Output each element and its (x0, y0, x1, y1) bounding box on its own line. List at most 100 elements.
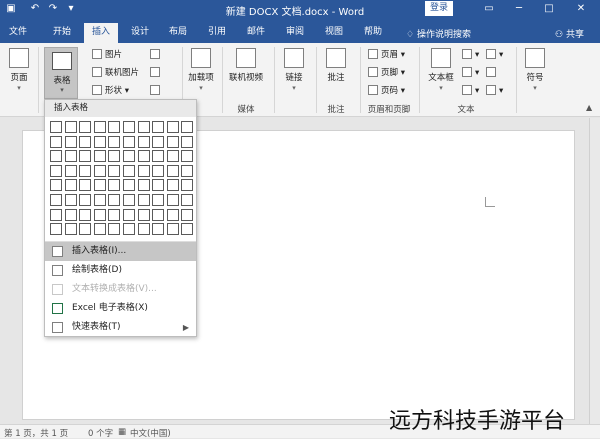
collapse-ribbon-icon[interactable]: ▲ (586, 103, 592, 112)
grid-cell[interactable] (108, 164, 121, 177)
shapes-button[interactable]: 形状 ▾ (92, 85, 129, 97)
grid-cell[interactable] (181, 179, 194, 192)
grid-cell[interactable] (152, 121, 165, 133)
grid-cell[interactable] (166, 194, 179, 206)
grid-cell[interactable] (93, 179, 106, 192)
grid-cell[interactable] (93, 135, 106, 148)
grid-cell[interactable] (137, 135, 150, 148)
grid-cell[interactable] (152, 194, 165, 206)
redo-icon[interactable]: ↷ (46, 2, 60, 16)
grid-cell[interactable] (50, 150, 62, 163)
customize-toolbar-icon[interactable]: ▾ (64, 2, 78, 16)
minimize-icon[interactable]: ─ (508, 1, 530, 17)
grid-cell[interactable] (79, 208, 92, 221)
grid-cell[interactable] (181, 121, 194, 133)
grid-cell[interactable] (64, 194, 77, 206)
pictures-button[interactable]: 图片 (92, 49, 122, 61)
grid-cell[interactable] (152, 164, 165, 177)
grid-cell[interactable] (123, 179, 135, 192)
symbol-button[interactable]: 符号 ▾ (522, 48, 548, 92)
dropcap-button[interactable]: ▾ (462, 85, 479, 97)
grid-cell[interactable] (93, 223, 106, 236)
grid-cell[interactable] (181, 208, 194, 221)
close-icon[interactable]: ✕ (570, 1, 592, 17)
grid-cell[interactable] (166, 121, 179, 133)
grid-cell[interactable] (181, 223, 194, 236)
grid-cell[interactable] (137, 208, 150, 221)
grid-cell[interactable] (108, 135, 121, 148)
date-time-button[interactable] (486, 67, 499, 79)
grid-cell[interactable] (79, 150, 92, 163)
proofing-icon[interactable]: ▦ (118, 427, 126, 437)
language-indicator[interactable]: 中文(中国) (130, 427, 171, 439)
chart-button[interactable] (150, 67, 163, 79)
grid-cell[interactable] (137, 121, 150, 133)
grid-cell[interactable] (79, 135, 92, 148)
word-count[interactable]: 0 个字 (88, 427, 113, 439)
grid-cell[interactable] (64, 223, 77, 236)
grid-cell[interactable] (108, 179, 121, 192)
grid-cell[interactable] (50, 208, 62, 221)
share-button[interactable]: ⚇ 共享 (555, 27, 584, 40)
grid-cell[interactable] (79, 164, 92, 177)
grid-cell[interactable] (108, 194, 121, 206)
grid-cell[interactable] (64, 208, 77, 221)
grid-cell[interactable] (50, 194, 62, 206)
table-button[interactable]: 表格 ▾ (44, 47, 78, 99)
grid-cell[interactable] (108, 208, 121, 221)
grid-cell[interactable] (64, 135, 77, 148)
grid-cell[interactable] (137, 194, 150, 206)
grid-cell[interactable] (64, 164, 77, 177)
textbox-button[interactable]: 文本框 ▾ (424, 48, 458, 92)
icons-button[interactable] (150, 49, 163, 61)
grid-cell[interactable] (64, 179, 77, 192)
grid-cell[interactable] (181, 164, 194, 177)
grid-cell[interactable] (79, 179, 92, 192)
maximize-icon[interactable]: □ (538, 1, 560, 17)
grid-cell[interactable] (137, 223, 150, 236)
grid-cell[interactable] (137, 164, 150, 177)
quick-parts-button[interactable]: ▾ (462, 49, 479, 61)
grid-cell[interactable] (79, 194, 92, 206)
grid-cell[interactable] (166, 164, 179, 177)
grid-cell[interactable] (123, 223, 135, 236)
tab-file[interactable]: 文件 (4, 24, 32, 43)
grid-cell[interactable] (166, 150, 179, 163)
grid-cell[interactable] (123, 135, 135, 148)
grid-cell[interactable] (152, 135, 165, 148)
tab-references[interactable]: 引用 (203, 24, 231, 43)
grid-cell[interactable] (123, 121, 135, 133)
grid-cell[interactable] (166, 223, 179, 236)
tab-view[interactable]: 视图 (320, 24, 348, 43)
comment-button[interactable]: 批注 (322, 48, 350, 83)
undo-icon[interactable]: ↶ (28, 2, 42, 16)
save-icon[interactable]: ▣ (4, 2, 18, 16)
menu-insert-table[interactable]: 插入表格(I)... (45, 242, 196, 261)
grid-cell[interactable] (123, 164, 135, 177)
grid-cell[interactable] (166, 179, 179, 192)
menu-draw-table[interactable]: 绘制表格(D) (45, 261, 196, 280)
online-video-button[interactable]: 联机视频 (226, 48, 266, 83)
login-button[interactable]: 登录 (425, 1, 453, 16)
header-button[interactable]: 页眉 ▾ (368, 49, 405, 61)
pages-button[interactable]: 页面 ▾ (6, 48, 32, 92)
grid-cell[interactable] (108, 150, 121, 163)
grid-cell[interactable] (137, 150, 150, 163)
grid-cell[interactable] (123, 150, 135, 163)
vertical-scrollbar[interactable] (589, 118, 600, 424)
menu-excel-spreadsheet[interactable]: Excel 电子表格(X) (45, 299, 196, 318)
grid-cell[interactable] (50, 135, 62, 148)
wordart-button[interactable]: ▾ (462, 67, 479, 79)
grid-cell[interactable] (137, 179, 150, 192)
grid-cell[interactable] (166, 208, 179, 221)
grid-cell[interactable] (152, 179, 165, 192)
grid-cell[interactable] (181, 194, 194, 206)
tab-mailings[interactable]: 邮件 (242, 24, 270, 43)
grid-cell[interactable] (166, 135, 179, 148)
page-number-button[interactable]: 页码 ▾ (368, 85, 405, 97)
grid-cell[interactable] (108, 223, 121, 236)
tab-layout[interactable]: 布局 (164, 24, 192, 43)
grid-cell[interactable] (64, 150, 77, 163)
object-button[interactable]: ▾ (486, 85, 503, 97)
menu-quick-tables[interactable]: 快速表格(T) ▶ (45, 318, 196, 337)
